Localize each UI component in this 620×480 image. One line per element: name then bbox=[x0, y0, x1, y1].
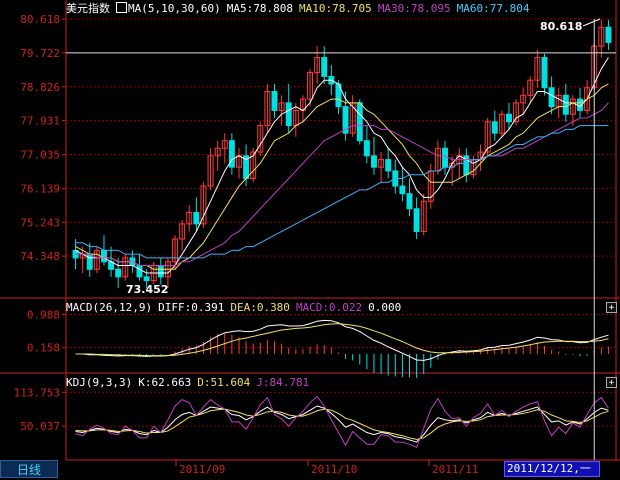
candle-body bbox=[321, 56, 328, 77]
macd-panel: 0.988 0.158 bbox=[27, 308, 616, 378]
candle-body bbox=[86, 253, 93, 270]
price-tick-label: 78.826 bbox=[20, 81, 60, 94]
macd-plus-icon[interactable]: + bbox=[606, 302, 617, 313]
candle-body bbox=[605, 26, 612, 43]
diff-line bbox=[75, 319, 609, 361]
price-tick-label: 74.348 bbox=[20, 250, 60, 263]
chart-stage: 0.988 0.158 113.753 50.037 80.618 79.722 78.… bbox=[0, 0, 620, 476]
macd-tick-label: 0.158 bbox=[27, 342, 60, 355]
candle-body bbox=[356, 102, 363, 142]
moving-average-lines bbox=[75, 57, 609, 274]
macd-params: MACD(26,12,9) bbox=[66, 301, 153, 314]
candle-body bbox=[562, 94, 569, 115]
date-tick-label: 2011/09 bbox=[179, 463, 225, 476]
candle-body bbox=[285, 102, 292, 127]
price-tick-label: 75.243 bbox=[20, 216, 60, 229]
ma5-value: MA5:78.808 bbox=[226, 2, 293, 15]
ma60-value: MA60:77.804 bbox=[456, 2, 530, 15]
macd-extra: 0.000 bbox=[368, 301, 402, 314]
candlestick-series bbox=[72, 19, 612, 289]
cursor-date: 2011/12/12,一 bbox=[504, 461, 600, 477]
dea-line bbox=[75, 323, 609, 357]
d-line bbox=[75, 408, 609, 440]
price-grid bbox=[66, 18, 616, 257]
candle-body bbox=[100, 249, 107, 263]
k-line bbox=[75, 405, 609, 443]
high-annotation: 80.618 bbox=[540, 20, 582, 33]
kdj-header: KDJ(9,3,3) K:62.663 D:51.604 J:84.781 bbox=[66, 376, 315, 389]
kdj-j: J:84.781 bbox=[256, 376, 310, 389]
kdj-tick-label: 50.037 bbox=[20, 420, 60, 433]
ma-toggle-icon[interactable] bbox=[116, 2, 127, 13]
candle-body bbox=[271, 91, 278, 111]
ma10-line bbox=[75, 83, 609, 270]
ma30-value: MA30:78.095 bbox=[377, 2, 451, 15]
tab-daily[interactable]: 日线 bbox=[0, 460, 58, 478]
j-line bbox=[75, 395, 609, 449]
kdj-panel: 113.753 50.037 bbox=[14, 386, 616, 449]
price-tick-label: 79.722 bbox=[20, 47, 60, 60]
macd-diff: DIFF:0.391 bbox=[158, 301, 225, 314]
macd-macd: MACD:0.022 bbox=[295, 301, 363, 314]
ma10-value: MA10:78.705 bbox=[298, 2, 372, 15]
price-tick-label: 77.035 bbox=[20, 149, 60, 162]
ma-params: MA(5,10,30,60) bbox=[128, 2, 221, 15]
date-tick-label: 2011/10 bbox=[311, 463, 357, 476]
candle-body bbox=[143, 276, 150, 282]
date-tick-label: 2011/11 bbox=[432, 463, 478, 476]
price-header: 美元指数 MA(5,10,30,60) MA5:78.808 MA10:78.705 M… bbox=[66, 2, 536, 15]
price-tick-label: 77.931 bbox=[20, 115, 60, 128]
macd-dea: DEA:0.380 bbox=[230, 301, 290, 314]
kdj-k: K:62.663 bbox=[138, 376, 192, 389]
kdj-plus-icon[interactable]: + bbox=[606, 377, 617, 388]
candle-body bbox=[136, 264, 143, 278]
high-annotation-pointer bbox=[582, 18, 601, 27]
kdj-d: D:51.604 bbox=[197, 376, 251, 389]
kdj-tick-label: 113.753 bbox=[14, 386, 60, 399]
kdj-params: KDJ(9,3,3) bbox=[66, 376, 133, 389]
candle-body bbox=[541, 56, 548, 89]
price-tick-label: 80.618 bbox=[20, 13, 60, 26]
candle-body bbox=[370, 155, 377, 168]
index-name: 美元指数 bbox=[66, 2, 110, 15]
candle-body bbox=[399, 185, 406, 195]
candle-body bbox=[385, 159, 392, 172]
candle-body bbox=[193, 212, 200, 225]
candle-body bbox=[505, 113, 512, 123]
candle-body bbox=[491, 121, 498, 134]
candle-body bbox=[442, 147, 449, 168]
macd-header: MACD(26,12,9) DIFF:0.391 DEA:0.380 MACD:0.0… bbox=[66, 301, 407, 314]
candle-body bbox=[548, 87, 555, 108]
candle-body bbox=[406, 193, 413, 210]
candle-body bbox=[115, 268, 122, 278]
candle-body bbox=[363, 140, 370, 157]
ma5-line bbox=[75, 57, 609, 274]
price-tick-label: 76.139 bbox=[20, 182, 60, 195]
candle-body bbox=[413, 208, 420, 232]
low-annotation: 73.452 bbox=[126, 283, 168, 296]
candle-body bbox=[157, 264, 164, 278]
macd-tick-label: 0.988 bbox=[27, 308, 60, 321]
